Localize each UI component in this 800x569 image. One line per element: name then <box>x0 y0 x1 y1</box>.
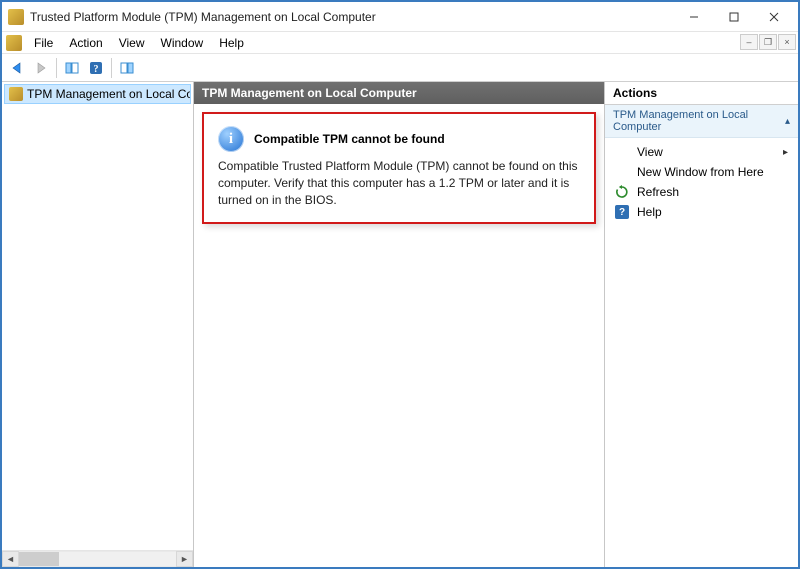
actions-group-label: TPM Management on Local Computer <box>613 109 785 133</box>
action-help[interactable]: ? Help <box>605 202 798 222</box>
action-view[interactable]: View ▸ <box>605 142 798 162</box>
alert-title: Compatible TPM cannot be found <box>254 132 445 146</box>
content-header: TPM Management on Local Computer <box>194 82 604 104</box>
window-controls <box>674 3 794 31</box>
scroll-track[interactable] <box>19 551 176 567</box>
help-icon: ? <box>615 205 629 219</box>
alert-header-row: i Compatible TPM cannot be found <box>218 126 580 152</box>
scroll-thumb[interactable] <box>19 552 59 566</box>
help-button[interactable]: ? <box>85 57 107 79</box>
action-new-window[interactable]: New Window from Here <box>605 162 798 182</box>
close-button[interactable] <box>754 3 794 31</box>
blank-icon <box>615 145 629 159</box>
scroll-right-arrow[interactable]: ► <box>176 551 193 567</box>
window-title: Trusted Platform Module (TPM) Management… <box>30 10 674 24</box>
tpm-node-icon <box>9 87 23 101</box>
actions-group-title[interactable]: TPM Management on Local Computer ▴ <box>605 105 798 138</box>
back-button[interactable] <box>6 57 28 79</box>
action-new-window-label: New Window from Here <box>637 165 764 179</box>
toolbar-divider-2 <box>111 58 112 78</box>
tpm-not-found-alert: i Compatible TPM cannot be found Compati… <box>202 112 596 224</box>
mdi-minimize[interactable]: – <box>740 34 758 50</box>
actions-pane: Actions TPM Management on Local Computer… <box>605 82 798 567</box>
mdi-controls: – ❐ × <box>740 34 796 50</box>
submenu-arrow-icon: ▸ <box>783 147 788 158</box>
action-view-label: View <box>637 145 663 159</box>
menu-action[interactable]: Action <box>61 34 110 52</box>
app-icon <box>8 9 24 25</box>
tree-pane: TPM Management on Local Comp ◄ ► <box>2 82 194 567</box>
toolbar-divider <box>56 58 57 78</box>
action-pane-button[interactable] <box>116 57 138 79</box>
alert-body: Compatible Trusted Platform Module (TPM)… <box>218 158 580 208</box>
tree-node-tpm[interactable]: TPM Management on Local Comp <box>4 84 191 104</box>
alert-container: i Compatible TPM cannot be found Compati… <box>202 112 596 224</box>
menu-view[interactable]: View <box>111 34 153 52</box>
refresh-icon <box>615 185 629 199</box>
minimize-button[interactable] <box>674 3 714 31</box>
tree-area: TPM Management on Local Comp <box>2 82 193 550</box>
action-list: View ▸ New Window from Here Refresh ? He… <box>605 138 798 226</box>
maximize-button[interactable] <box>714 3 754 31</box>
info-icon: i <box>218 126 244 152</box>
mdi-restore[interactable]: ❐ <box>759 34 777 50</box>
mdi-close[interactable]: × <box>778 34 796 50</box>
mmc-icon <box>6 35 22 51</box>
workspace: TPM Management on Local Comp ◄ ► TPM Man… <box>2 82 798 567</box>
content-pane: TPM Management on Local Computer i Compa… <box>194 82 605 567</box>
menu-window[interactable]: Window <box>153 34 212 52</box>
collapse-icon: ▴ <box>785 116 790 127</box>
tree-node-label: TPM Management on Local Comp <box>27 87 191 101</box>
titlebar: Trusted Platform Module (TPM) Management… <box>2 2 798 32</box>
action-refresh-label: Refresh <box>637 185 679 199</box>
menu-file[interactable]: File <box>26 34 61 52</box>
action-refresh[interactable]: Refresh <box>605 182 798 202</box>
show-hide-tree-button[interactable] <box>61 57 83 79</box>
menu-help[interactable]: Help <box>211 34 252 52</box>
toolbar: ? <box>2 54 798 82</box>
actions-header: Actions <box>605 82 798 105</box>
blank-icon <box>615 165 629 179</box>
forward-button[interactable] <box>30 57 52 79</box>
svg-text:?: ? <box>94 64 99 75</box>
menubar: File Action View Window Help – ❐ × <box>2 32 798 54</box>
scroll-left-arrow[interactable]: ◄ <box>2 551 19 567</box>
tree-horizontal-scrollbar[interactable]: ◄ ► <box>2 550 193 567</box>
action-help-label: Help <box>637 205 662 219</box>
